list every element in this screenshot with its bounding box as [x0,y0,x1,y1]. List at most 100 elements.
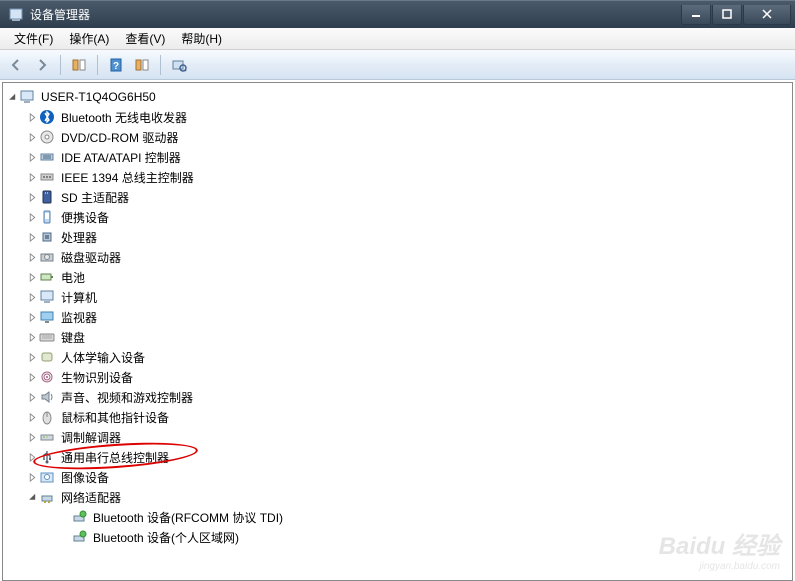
biometric-icon [39,369,55,385]
minimize-button[interactable] [681,5,711,25]
expand-toggle[interactable] [27,112,37,122]
forward-button[interactable] [30,53,54,77]
window-controls [680,5,791,25]
help-button[interactable]: ? [104,53,128,77]
expand-toggle[interactable] [27,272,37,282]
tree-item[interactable]: SD 主适配器 [3,187,792,207]
tree-child-label: Bluetooth 设备(RFCOMM 协议 TDI) [91,508,285,527]
toolbar-separator [160,55,161,75]
expand-toggle[interactable] [27,372,37,382]
tree-child-item[interactable]: Bluetooth 设备(个人区域网) [3,527,792,547]
expand-toggle[interactable] [27,312,37,322]
tree-item[interactable]: 通用串行总线控制器 [3,447,792,467]
tree-item[interactable]: DVD/CD-ROM 驱动器 [3,127,792,147]
tree-item[interactable]: 键盘 [3,327,792,347]
hid-icon [39,349,55,365]
tree-item-label: 通用串行总线控制器 [59,448,171,467]
toolbar-separator [60,55,61,75]
tree-item[interactable]: 计算机 [3,287,792,307]
tree-panel[interactable]: USER-T1Q4OG6H50 Bluetooth 无线电收发器 DVD/CD-… [2,82,793,581]
netadapter-icon [71,529,87,545]
maximize-button[interactable] [712,5,742,25]
tree-item[interactable]: 电池 [3,267,792,287]
show-hide-button[interactable] [67,53,91,77]
expand-toggle[interactable] [27,332,37,342]
tree-item-label: 生物识别设备 [59,368,135,387]
toolbar: ? [0,50,795,80]
expand-toggle[interactable] [27,352,37,362]
back-button[interactable] [4,53,28,77]
expand-toggle[interactable] [27,492,37,502]
tree-item[interactable]: 人体学输入设备 [3,347,792,367]
ieee-icon [39,169,55,185]
expand-toggle[interactable] [27,252,37,262]
network-icon [39,489,55,505]
tree-item[interactable]: 处理器 [3,227,792,247]
close-button[interactable] [743,5,791,25]
expand-toggle[interactable] [27,412,37,422]
device-tree: USER-T1Q4OG6H50 Bluetooth 无线电收发器 DVD/CD-… [3,87,792,547]
tree-item[interactable]: 声音、视频和游戏控制器 [3,387,792,407]
sound-icon [39,389,55,405]
disk-icon [39,249,55,265]
tree-item[interactable]: 图像设备 [3,467,792,487]
tree-item-label: 处理器 [59,228,99,247]
keyboard-icon [39,329,55,345]
properties-button[interactable] [130,53,154,77]
expand-toggle[interactable] [27,132,37,142]
dvd-icon [39,129,55,145]
tree-item[interactable]: 便携设备 [3,207,792,227]
cpu-icon [39,229,55,245]
tree-item[interactable]: 磁盘驱动器 [3,247,792,267]
expand-toggle[interactable] [27,232,37,242]
tree-item-label: 磁盘驱动器 [59,248,123,267]
tree-root[interactable]: USER-T1Q4OG6H50 [3,87,792,107]
scan-button[interactable] [167,53,191,77]
tree-item-label: 电池 [59,268,87,287]
bluetooth-icon [39,109,55,125]
app-icon [8,7,24,23]
mouse-icon [39,409,55,425]
tree-item-label: 监视器 [59,308,99,327]
tree-item[interactable]: 监视器 [3,307,792,327]
battery-icon [39,269,55,285]
tree-item[interactable]: 调制解调器 [3,427,792,447]
modem-icon [39,429,55,445]
tree-item-label: Bluetooth 无线电收发器 [59,108,189,127]
tree-item[interactable]: 生物识别设备 [3,367,792,387]
window-title: 设备管理器 [30,6,680,23]
expand-toggle[interactable] [27,392,37,402]
expand-toggle[interactable] [27,472,37,482]
root-label: USER-T1Q4OG6H50 [39,89,158,105]
tree-item-label: IEEE 1394 总线主控制器 [59,168,196,187]
tree-item[interactable]: IEEE 1394 总线主控制器 [3,167,792,187]
menu-help[interactable]: 帮助(H) [173,28,230,49]
expand-toggle[interactable] [27,212,37,222]
tree-item[interactable]: IDE ATA/ATAPI 控制器 [3,147,792,167]
menu-action[interactable]: 操作(A) [61,28,117,49]
tree-child-item[interactable]: Bluetooth 设备(RFCOMM 协议 TDI) [3,507,792,527]
expand-toggle[interactable] [27,172,37,182]
tree-item-label: 调制解调器 [59,428,123,447]
title-bar: 设备管理器 [0,0,795,28]
tree-item[interactable]: 鼠标和其他指针设备 [3,407,792,427]
computer-icon [39,289,55,305]
menu-bar: 文件(F) 操作(A) 查看(V) 帮助(H) [0,28,795,50]
expand-toggle[interactable] [27,192,37,202]
portable-icon [39,209,55,225]
expand-toggle[interactable] [27,292,37,302]
tree-item-label: SD 主适配器 [59,188,131,207]
expand-toggle[interactable] [7,92,17,102]
tree-item-label: DVD/CD-ROM 驱动器 [59,128,180,147]
expand-toggle[interactable] [27,452,37,462]
expand-toggle[interactable] [27,152,37,162]
tree-item-label: IDE ATA/ATAPI 控制器 [59,148,183,167]
menu-file[interactable]: 文件(F) [6,28,61,49]
tree-item-label: 图像设备 [59,468,111,487]
tree-item[interactable]: Bluetooth 无线电收发器 [3,107,792,127]
expand-placeholder [59,512,69,522]
tree-item-label: 人体学输入设备 [59,348,147,367]
expand-toggle[interactable] [27,432,37,442]
tree-item[interactable]: 网络适配器 [3,487,792,507]
menu-view[interactable]: 查看(V) [117,28,173,49]
